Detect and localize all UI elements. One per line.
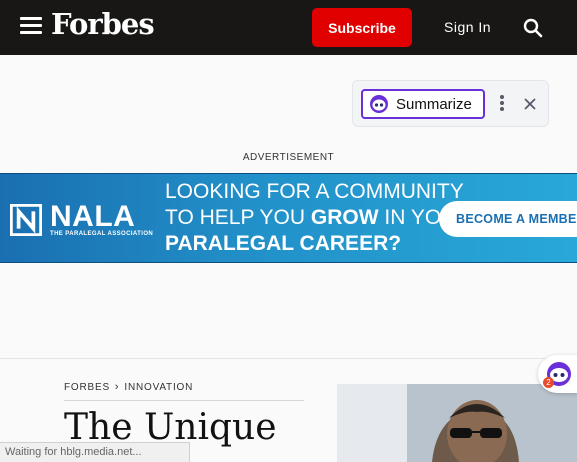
browser-status-bar: Waiting for hblg.media.net... bbox=[0, 442, 190, 462]
search-icon[interactable] bbox=[523, 18, 543, 38]
breadcrumb: FORBES › INNOVATION bbox=[64, 381, 193, 393]
breadcrumb-rule bbox=[64, 400, 304, 401]
summarize-widget: Summarize bbox=[352, 80, 549, 127]
banner-line-2: TO HELP YOU GROW IN YOUR bbox=[165, 206, 472, 229]
notification-badge: 2 bbox=[543, 377, 554, 388]
banner-line-1: LOOKING FOR A COMMUNITY bbox=[165, 180, 464, 203]
article-hero-image bbox=[337, 384, 577, 462]
banner-headline: LOOKING FOR A COMMUNITY TO HELP YOU GROW… bbox=[165, 179, 472, 257]
close-icon[interactable] bbox=[522, 96, 538, 112]
forbes-logo[interactable]: Forbes bbox=[51, 7, 155, 41]
banner-line-3: PARALEGAL CAREER? bbox=[165, 232, 402, 255]
nala-brand: NALA bbox=[50, 200, 136, 233]
breadcrumb-innovation[interactable]: INNOVATION bbox=[124, 382, 193, 393]
become-member-button[interactable]: BECOME A MEMBER bbox=[439, 201, 577, 237]
page: Forbes Subscribe Sign In Summarize ADVER… bbox=[0, 0, 577, 462]
summarize-label: Summarize bbox=[396, 95, 472, 113]
nala-banner-ad[interactable]: NALA THE PARALEGAL ASSOCIATION LOOKING F… bbox=[0, 173, 577, 263]
site-header: Forbes Subscribe Sign In bbox=[0, 0, 577, 55]
sign-in-link[interactable]: Sign In bbox=[444, 19, 491, 35]
nala-brand-subtitle: THE PARALEGAL ASSOCIATION bbox=[50, 231, 154, 237]
section-divider bbox=[0, 358, 577, 359]
nala-logo-icon bbox=[10, 204, 42, 236]
breadcrumb-forbes[interactable]: FORBES bbox=[64, 382, 110, 393]
summarize-button[interactable]: Summarize bbox=[361, 89, 485, 119]
subscribe-button[interactable]: Subscribe bbox=[312, 8, 412, 47]
chevron-right-icon: › bbox=[114, 381, 120, 393]
robot-face-icon bbox=[370, 95, 388, 113]
person-photo bbox=[337, 384, 577, 462]
hamburger-menu-icon[interactable] bbox=[20, 17, 42, 35]
advertisement-label: ADVERTISEMENT bbox=[242, 152, 335, 163]
more-vertical-icon[interactable] bbox=[497, 95, 507, 113]
chat-assistant-button[interactable] bbox=[538, 355, 577, 393]
